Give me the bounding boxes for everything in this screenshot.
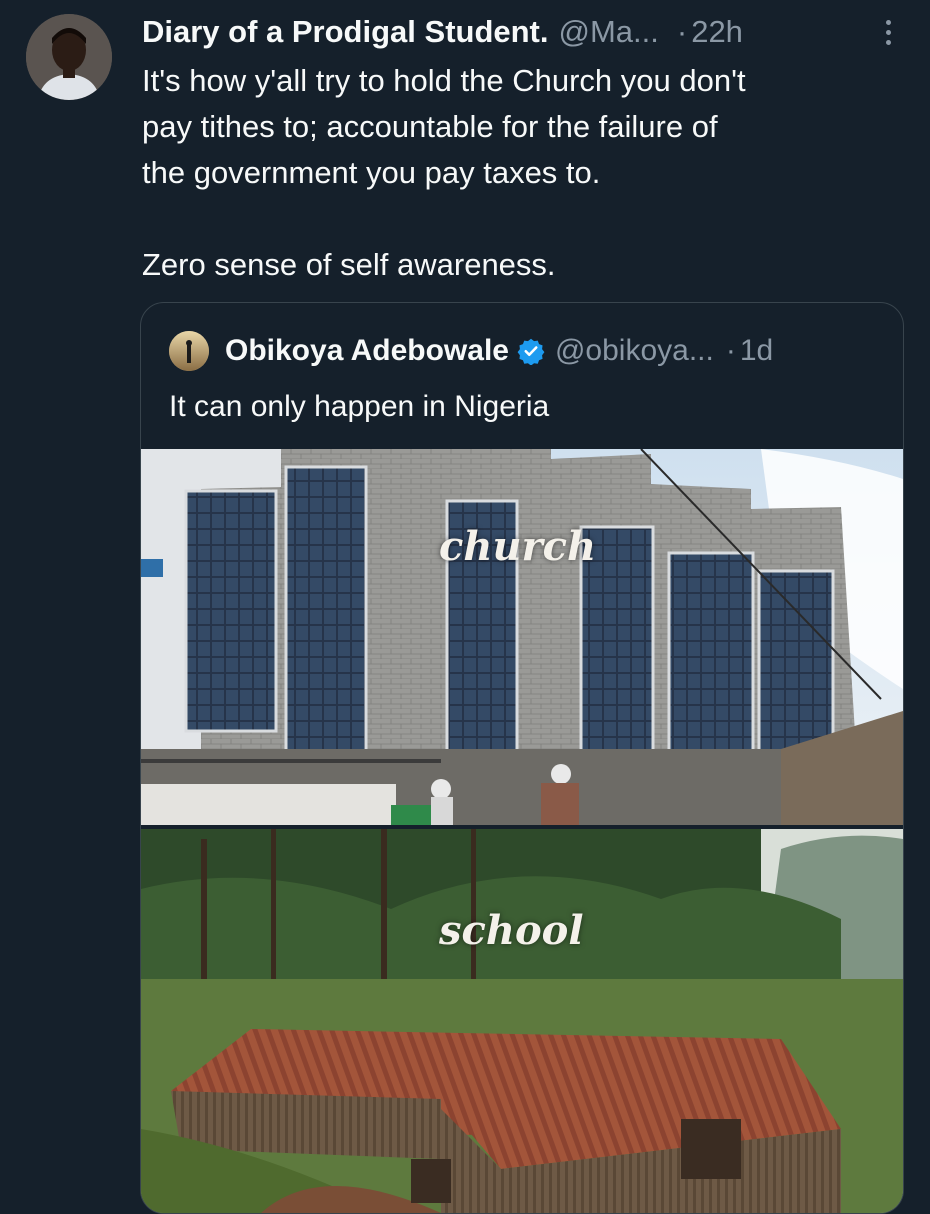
school-photo[interactable]: school	[141, 829, 903, 1213]
quoted-tweet[interactable]: Obikoya Adebowale @obikoya... · 1d It ca…	[140, 302, 904, 1214]
avatar[interactable]	[26, 14, 112, 100]
tweet-header: Diary of a Prodigal Student. @Ma... · 22…	[142, 12, 902, 52]
school-building-illustration	[141, 829, 903, 1213]
quoted-tweet-text: It can only happen in Nigeria	[169, 390, 550, 423]
church-caption: church	[439, 523, 597, 570]
quoted-media[interactable]: church school	[141, 449, 903, 1213]
quoted-avatar[interactable]	[169, 331, 209, 371]
quoted-display-name[interactable]: Obikoya Adebowale	[225, 334, 509, 368]
avatar-photo	[26, 14, 112, 100]
user-handle[interactable]: @Ma...	[559, 14, 659, 50]
quoted-timestamp[interactable]: 1d	[740, 334, 773, 368]
quoted-user-handle[interactable]: @obikoya...	[555, 334, 714, 368]
school-caption: school	[439, 907, 584, 954]
timestamp[interactable]: 22h	[691, 14, 743, 50]
separator-dot: ·	[676, 14, 688, 49]
church-photo[interactable]: church	[141, 449, 903, 825]
verified-badge-icon	[517, 337, 545, 366]
tweet-text: It's how y'all try to hold the Church yo…	[142, 63, 746, 282]
quoted-avatar-photo	[169, 331, 209, 371]
more-vertical-icon[interactable]	[874, 16, 902, 48]
display-name[interactable]: Diary of a Prodigal Student.	[142, 14, 549, 50]
church-building-illustration	[141, 449, 903, 825]
quoted-separator-dot: ·	[725, 334, 736, 367]
quoted-tweet-header: Obikoya Adebowale @obikoya... · 1d	[225, 331, 885, 371]
